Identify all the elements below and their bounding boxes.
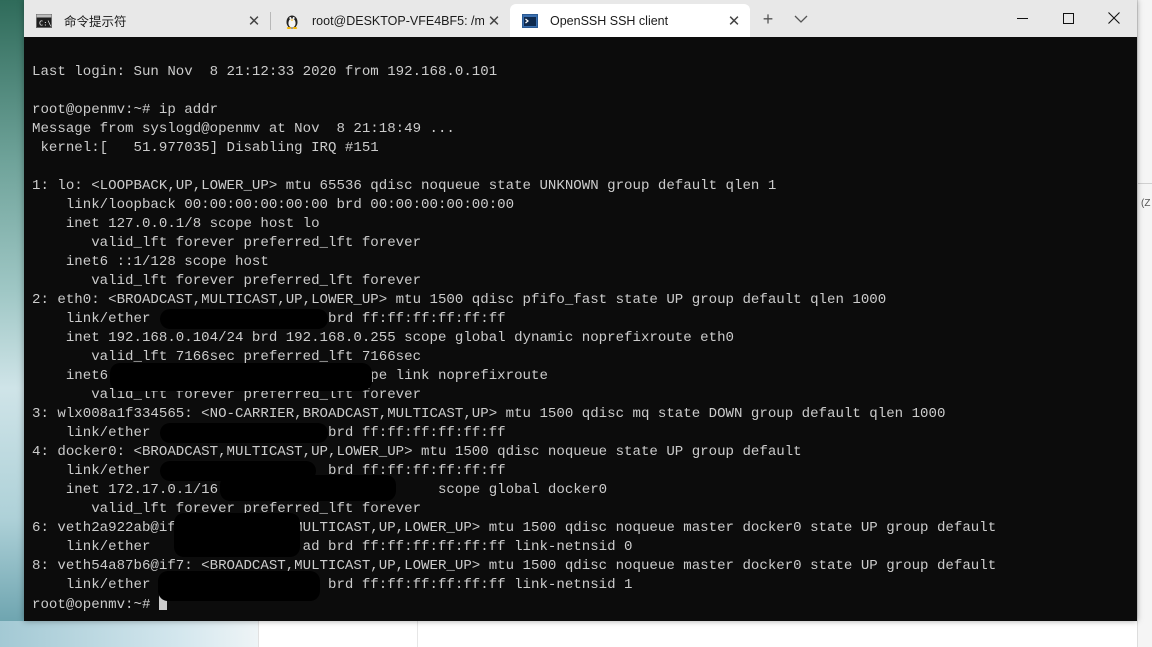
svg-text:C:\: C:\ (39, 19, 52, 27)
cmd-icon: C:\ (36, 13, 52, 29)
redaction-mark (160, 423, 328, 443)
ssh-client-icon (522, 13, 538, 29)
close-window-button[interactable] (1091, 0, 1137, 36)
minimize-icon (1016, 17, 1028, 19)
new-tab-button[interactable]: + (756, 8, 780, 30)
close-tab-icon[interactable]: ✕ (244, 11, 264, 31)
close-tab-icon[interactable]: ✕ (724, 11, 744, 31)
terminal-line: valid_lft forever preferred_lft forever (32, 235, 422, 251)
maximize-button[interactable] (1045, 0, 1091, 36)
terminal-line: 2: eth0: <BROADCAST,MULTICAST,UP,LOWER_U… (32, 292, 887, 308)
chevron-down-icon (794, 15, 808, 23)
terminal-line: kernel:[ 51.977035] Disabling IRQ #151 (32, 140, 379, 156)
background-text: (Z (1141, 198, 1151, 209)
terminal-line: root@openmv:~# (32, 597, 159, 613)
terminal-line: inet 127.0.0.1/8 scope host lo (32, 216, 320, 232)
close-icon (1108, 12, 1120, 24)
terminal-line: Message from syslogd@openmv at Nov 8 21:… (32, 121, 455, 137)
desktop-wallpaper-bottom (0, 621, 259, 647)
close-tab-icon[interactable]: ✕ (484, 11, 504, 31)
maximize-icon (1062, 12, 1074, 24)
terminal-line: 4: docker0: <BROADCAST,MULTICAST,UP,LOWE… (32, 444, 802, 460)
terminal-line: 1: lo: <LOOPBACK,UP,LOWER_UP> mtu 65536 … (32, 178, 777, 194)
terminal-window: C:\ 命令提示符 ✕ root@DESKTOP-VFE4BF5: /mnt/ (24, 0, 1137, 621)
tab-openssh[interactable]: OpenSSH SSH client ✕ (510, 4, 750, 37)
background-divider (1138, 183, 1152, 184)
terminal-line: root@openmv:~# ip addr (32, 102, 219, 118)
terminal-line: link/ether brd ff:ff:ff:ff:ff:ff link-ne… (32, 577, 633, 593)
tab-wsl[interactable]: root@DESKTOP-VFE4BF5: /mnt/ ✕ (272, 4, 510, 37)
redaction-mark (174, 513, 300, 557)
redaction-mark (158, 571, 320, 601)
terminal-line: Last login: Sun Nov 8 21:12:33 2020 from… (32, 64, 498, 80)
redaction-mark (110, 363, 372, 391)
tab-dropdown-button[interactable] (789, 8, 813, 30)
terminal-output[interactable]: Last login: Sun Nov 8 21:12:33 2020 from… (24, 37, 1129, 621)
linux-penguin-icon (284, 13, 300, 29)
tab-separator (270, 12, 271, 30)
background-divider (417, 621, 418, 647)
minimize-button[interactable] (999, 0, 1045, 36)
terminal-line: inet6 ::1/128 scope host (32, 254, 269, 270)
terminal-line: 3: wlx008a1f334565: <NO-CARRIER,BROADCAS… (32, 406, 946, 422)
tab-label: OpenSSH SSH client (550, 13, 669, 28)
terminal-line: link/loopback 00:00:00:00:00:00 brd 00:0… (32, 197, 515, 213)
background-window: (Z (1137, 0, 1152, 647)
terminal-line: inet 192.168.0.104/24 brd 192.168.0.255 … (32, 330, 734, 346)
tab-label: 命令提示符 (64, 15, 127, 29)
redaction-mark (160, 309, 328, 329)
desktop-wallpaper (0, 0, 24, 647)
redaction-mark (220, 475, 396, 501)
title-bar[interactable]: C:\ 命令提示符 ✕ root@DESKTOP-VFE4BF5: /mnt/ (24, 0, 1137, 37)
terminal-line: link/ether ad brd ff:ff:ff:ff:ff:ff link… (32, 539, 633, 555)
tab-label: root@DESKTOP-VFE4BF5: /mnt/ (312, 13, 484, 28)
terminal-line: valid_lft forever preferred_lft forever (32, 273, 422, 289)
tab-cmd[interactable]: C:\ 命令提示符 ✕ (24, 4, 270, 37)
